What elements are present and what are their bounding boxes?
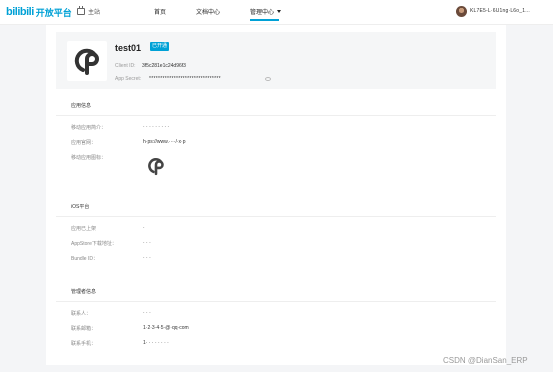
contact-email-label: 联系邮箱： xyxy=(71,326,97,332)
divider xyxy=(56,301,496,302)
logo-mark: bilibili xyxy=(6,6,34,18)
appstore-url-label: AppStore下载地址： xyxy=(71,241,117,247)
nav-admin-center[interactable]: 管理中心 xyxy=(250,7,282,16)
chevron-down-icon xyxy=(277,10,282,13)
app-name: test01 xyxy=(115,43,142,53)
ios-online-value: · xyxy=(143,225,145,231)
app-intro-label: 移动应用简介： xyxy=(71,125,107,131)
bundle-id-label: Bundle ID： xyxy=(71,256,98,262)
app-secret-value: ******************************** xyxy=(149,76,221,82)
app-site-label: 应用官网： xyxy=(71,140,97,146)
divider xyxy=(56,216,496,217)
bundle-id-value: · · · xyxy=(143,255,151,261)
app-secret-label: App Secret: xyxy=(115,76,142,82)
app-detail-card: test01 已开通 Client ID: 3f5c281e1c24d96f3 … xyxy=(46,25,506,365)
app-logo-icon xyxy=(67,41,107,81)
tv-icon xyxy=(77,6,85,15)
contact-phone-value: 1· · · · · · · · xyxy=(143,340,169,346)
watermark: CSDN @DianSan_ERP xyxy=(443,356,528,365)
app-icon-preview xyxy=(143,153,169,179)
active-nav-indicator xyxy=(250,19,279,21)
contact-phone-label: 联系手机： xyxy=(71,341,97,347)
app-intro-value: · · · · · · · · · xyxy=(143,124,170,130)
top-navigation-bar: bilibili 开放平台 主站 首页 文档中心 管理中心 KL7E5-L·6U… xyxy=(0,0,553,25)
username[interactable]: KL7E5-L·6U1ng·L6o_1... xyxy=(470,8,530,14)
app-icon-label: 移动应用图标： xyxy=(71,155,107,161)
logo-title: 开放平台 xyxy=(35,7,72,18)
contact-email-value: 1·2·3·4·5·@·qq·com xyxy=(143,325,189,331)
contact-name-value: · · · xyxy=(143,310,151,316)
section-title-admin: 管理者信息 xyxy=(71,289,97,295)
bilibili-open-platform-logo[interactable]: bilibili 开放平台 xyxy=(6,5,72,19)
nav-admin-label: 管理中心 xyxy=(250,10,275,16)
divider xyxy=(56,115,496,116)
contact-name-label: 联系人： xyxy=(71,311,92,317)
ios-online-label: 应用已上架 xyxy=(71,226,97,232)
main-site-label: 主站 xyxy=(88,10,101,16)
client-id-label: Client ID: xyxy=(115,63,136,69)
section-title-ios: iOS平台 xyxy=(71,204,90,210)
nav-home[interactable]: 首页 xyxy=(154,7,166,16)
appstore-url-value: · · · xyxy=(143,240,151,246)
client-id-value: 3f5c281e1c24d96f3 xyxy=(142,63,186,69)
status-badge: 已开通 xyxy=(150,42,170,51)
app-summary: test01 已开通 Client ID: 3f5c281e1c24d96f3 … xyxy=(56,32,496,89)
eye-icon[interactable] xyxy=(265,77,271,81)
avatar[interactable] xyxy=(456,6,467,17)
nav-docs-center[interactable]: 文档中心 xyxy=(196,7,220,16)
app-site-value: h·ps://www.····/·x·p xyxy=(143,139,186,145)
section-title-app-info: 应用信息 xyxy=(71,103,92,109)
main-site-link[interactable]: 主站 xyxy=(77,6,101,16)
